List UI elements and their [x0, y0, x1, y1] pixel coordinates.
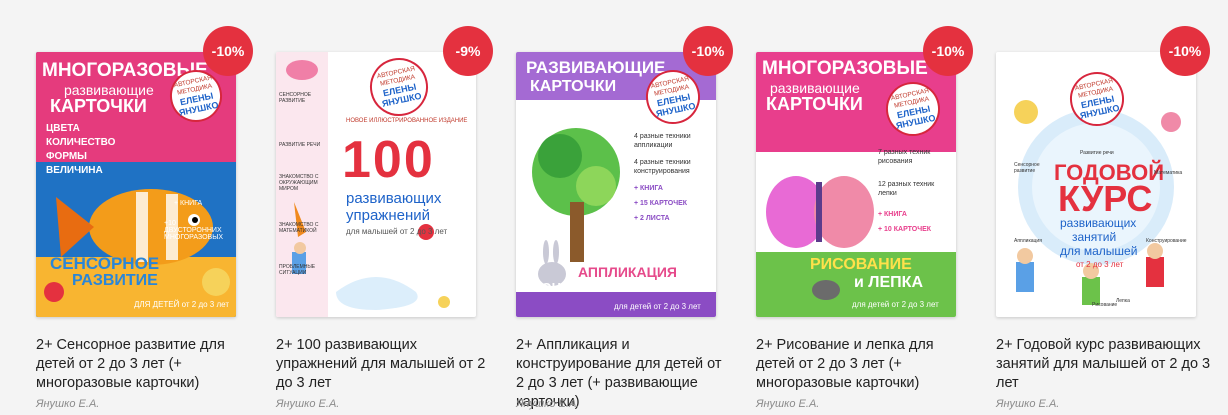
cover-feature: + КНИГА: [174, 200, 203, 207]
product-author[interactable]: Янушко Е.А.: [996, 398, 1059, 410]
cover-age: для малышей от 2 до 3 лет: [346, 227, 448, 236]
cover-label: Сенсорное развитие: [1014, 162, 1040, 174]
discount-badge: -10%: [1160, 26, 1210, 76]
cover-big-title: РАЗВИТИЕ: [72, 272, 158, 289]
cover-topic: ПРОБЛЕМНЫЕ СИТУАЦИИ: [279, 264, 316, 276]
cover-topic: ЗНАКОМСТВО С МАТЕМАТИКОЙ: [279, 222, 319, 234]
cover-topic: ЗНАКОМСТВО С ОКРУЖАЮЩИМ МИРОМ: [279, 174, 319, 192]
cover-age: ДЛЯ ДЕТЕЙ от 2 до 3 лет: [134, 300, 229, 309]
cover-feature-list: 4 разные техники аппликации 4 разные тех…: [634, 132, 714, 223]
cover-topic: ВЕЛИЧИНА: [46, 165, 103, 176]
cover-topic: ФОРМЫ: [46, 151, 87, 162]
cover-label: Конструирование: [1146, 238, 1187, 244]
cover-subheading: развивающих: [1060, 216, 1137, 230]
book-cover-image[interactable]: МНОГОРАЗОВЫЕ развивающие КАРТОЧКИ ЦВЕТА …: [36, 52, 236, 317]
cover-subheading: КАРТОЧКИ: [766, 94, 863, 114]
cover-topic: КОЛИЧЕСТВО: [46, 137, 116, 148]
cover-topic: СЕНСОРНОЕ РАЗВИТИЕ: [279, 92, 312, 104]
product-author[interactable]: Янушко Е.А.: [36, 398, 99, 410]
cover-feature: 4 разные техники аппликации: [634, 133, 691, 149]
book-cover-image[interactable]: ГОДОВОЙ КУРС развивающих занятий для мал…: [996, 52, 1196, 317]
product-title-link[interactable]: 2+ Сенсорное развитие для детей от 2 до …: [36, 336, 251, 393]
cover-label: Лепка: [1116, 298, 1130, 304]
book-cover-image[interactable]: МНОГОРАЗОВЫЕ развивающие КАРТОЧКИ 7 разн…: [756, 52, 956, 317]
cover-subheading: для малышей: [1060, 244, 1138, 258]
product-title-link[interactable]: 2+ Годовой курс развивающих занятий для …: [996, 336, 1211, 393]
cover-heading: РАЗВИВАЮЩИЕ: [526, 58, 666, 77]
product-card[interactable]: МНОГОРАЗОВЫЕ развивающие КАРТОЧКИ 7 разн…: [756, 0, 973, 415]
product-card[interactable]: СЕНСОРНОЕ РАЗВИТИЕ РАЗВИТИЕ РЕЧИ ЗНАКОМС…: [276, 0, 493, 415]
product-card[interactable]: МНОГОРАЗОВЫЕ развивающие КАРТОЧКИ ЦВЕТА …: [36, 0, 253, 415]
cover-big-title: КУРС: [1058, 178, 1153, 219]
cover-note: НОВОЕ ИЛЛЮСТРИРОВАННОЕ ИЗДАНИЕ: [346, 118, 468, 124]
cover-feature: + КНИГА: [878, 211, 907, 218]
cover-label: Математика: [1154, 170, 1183, 176]
cover-label: Развитие речи: [1080, 150, 1114, 156]
cover-big-title: СЕНСОРНОЕ: [50, 254, 160, 273]
product-title-link[interactable]: 2+ Рисование и лепка для детей от 2 до 3…: [756, 336, 971, 393]
cover-feature: + 2 ЛИСТА: [634, 215, 670, 222]
cover-age: для детей от 2 до 3 лет: [852, 300, 939, 309]
cover-topic: ЦВЕТА: [46, 123, 80, 134]
cover-feature: + 15 КАРТОЧЕК: [634, 200, 688, 207]
product-card[interactable]: РАЗВИВАЮЩИЕ КАРТОЧКИ 4 разные техники ап…: [516, 0, 733, 415]
cover-big-title: АППЛИКАЦИЯ: [578, 264, 677, 280]
cover-subheading: развивающих: [346, 190, 442, 207]
discount-badge: -10%: [683, 26, 733, 76]
cover-topic: РАЗВИТИЕ РЕЧИ: [279, 142, 321, 148]
cover-age: для детей от 2 до 3 лет: [614, 302, 701, 311]
cover-heading: МНОГОРАЗОВЫЕ: [762, 58, 928, 79]
cover-big-title: 100: [342, 131, 435, 189]
cover-feature-list: 7 разных техник рисования 12 разных техн…: [878, 148, 954, 234]
cover-feature: 7 разных техник рисования: [878, 149, 931, 165]
product-card[interactable]: ГОДОВОЙ КУРС развивающих занятий для мал…: [996, 0, 1210, 415]
cover-label: Рисование: [1092, 302, 1118, 308]
cover-topic-list: ЦВЕТА КОЛИЧЕСТВО ФОРМЫ ВЕЛИЧИНА: [46, 122, 115, 178]
book-cover-image[interactable]: РАЗВИВАЮЩИЕ КАРТОЧКИ 4 разные техники ап…: [516, 52, 716, 317]
product-author[interactable]: Янушко Е.А.: [756, 398, 819, 410]
cover-feature: 4 разные техники конструирования: [634, 159, 691, 175]
cover-big-title: РИСОВАНИЕ: [810, 256, 912, 273]
cover-subheading: упражнений: [346, 207, 431, 224]
cover-subheading: КАРТОЧКИ: [50, 96, 147, 116]
book-cover-image[interactable]: СЕНСОРНОЕ РАЗВИТИЕ РАЗВИТИЕ РЕЧИ ЗНАКОМС…: [276, 52, 476, 317]
discount-badge: -10%: [923, 26, 973, 76]
cover-feature: +10 ДВУСТОРОННИХ МНОГОРАЗОВЫХ: [164, 220, 224, 241]
cover-subheading: занятий: [1072, 230, 1117, 244]
discount-badge: -9%: [443, 26, 493, 76]
cover-feature: 12 разных техник лепки: [878, 181, 935, 197]
cover-subheading: КАРТОЧКИ: [530, 78, 617, 95]
cover-big-title: и КОНСТРУИРОВАНИЕ: [522, 280, 669, 295]
cover-age: от 2 до 3 лет: [1076, 260, 1124, 269]
discount-badge: -10%: [203, 26, 253, 76]
cover-feature: + 10 КАРТОЧЕК: [878, 226, 932, 233]
product-title-link[interactable]: 2+ 100 развивающих упражнений для малыше…: [276, 336, 491, 393]
cover-label: Аппликация: [1014, 238, 1042, 244]
cover-big-title: и ЛЕПКА: [854, 274, 923, 291]
product-author[interactable]: Янушко Е.А.: [276, 398, 339, 410]
cover-side-topics: СЕНСОРНОЕ РАЗВИТИЕ РАЗВИТИЕ РЕЧИ ЗНАКОМС…: [279, 92, 327, 276]
cover-feature: + КНИГА: [634, 185, 663, 192]
product-author[interactable]: Янушко Е.А.: [516, 398, 579, 410]
